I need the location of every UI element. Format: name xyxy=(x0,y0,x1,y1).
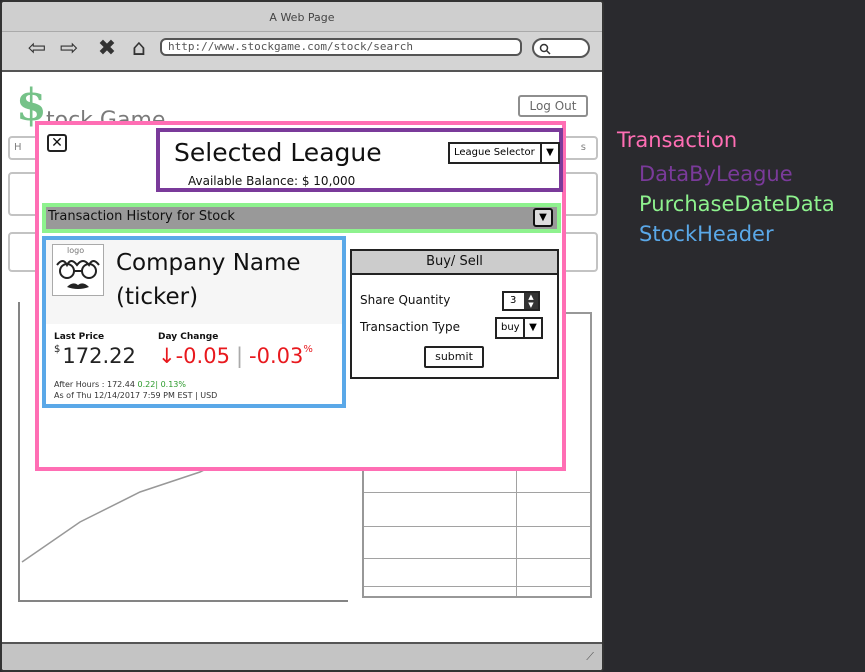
available-balance: Available Balance: $ 10,000 xyxy=(188,174,356,188)
stop-icon[interactable]: ✖ xyxy=(94,36,120,62)
forward-icon[interactable]: ⇨ xyxy=(56,36,82,62)
search-icon xyxy=(539,43,551,55)
change-separator: | xyxy=(235,344,244,368)
logo-placeholder-text: logo xyxy=(67,246,85,255)
address-bar[interactable]: http://www.stockgame.com/stock/search xyxy=(160,38,522,56)
chevron-down-icon[interactable]: ▼ xyxy=(533,208,553,227)
home-icon[interactable]: ⌂ xyxy=(126,36,152,62)
after-hours: After Hours : 172.44 0.22| 0.13% xyxy=(54,380,186,389)
table-divider xyxy=(364,586,590,587)
down-arrow-icon: ↓ xyxy=(158,344,176,368)
after-hours-change: 0.22| 0.13% xyxy=(137,380,186,389)
share-quantity-value: 3 xyxy=(510,295,517,306)
back-icon[interactable]: ⇦ xyxy=(24,36,50,62)
table-divider xyxy=(364,526,590,527)
browser-toolbar: ⇦ ⇨ ✖ ⌂ http://www.stockgame.com/stock/s… xyxy=(2,32,602,72)
as-of-timestamp: As of Thu 12/14/2017 7:59 PM EST | USD xyxy=(54,391,218,400)
change-percent: -0.03 xyxy=(249,344,304,368)
price-section: Last Price Day Change $172.22 ↓-0.05 | -0.… xyxy=(46,324,342,404)
title-bar: A Web Page xyxy=(2,2,602,32)
table-divider xyxy=(364,492,590,493)
buy-sell-panel: Buy/ Sell Share Quantity 3 ▲ ▼ Transactio… xyxy=(350,249,559,379)
transaction-history-label: Transaction History for Stock xyxy=(48,209,235,224)
after-hours-price: 172.44 xyxy=(106,380,135,389)
background-tab-right: s xyxy=(580,142,586,153)
legend-purchase-date-data: PurchaseDateData xyxy=(639,192,835,216)
logout-button[interactable]: Log Out xyxy=(518,95,588,117)
company-name: Company Name xyxy=(116,250,301,276)
window-title: A Web Page xyxy=(269,11,335,24)
legend-stock-header: StockHeader xyxy=(639,222,774,246)
submit-button[interactable]: submit xyxy=(424,346,484,368)
company-logo: logo xyxy=(52,244,104,296)
resize-grip-icon[interactable]: ⟋ xyxy=(586,650,594,664)
league-selector[interactable]: League Selector ▼ xyxy=(448,142,560,164)
legend-data-by-league: DataByLeague xyxy=(639,162,793,186)
last-price-label: Last Price xyxy=(54,332,105,342)
stock-header: logo Company Name (ticker) Last Price Da… xyxy=(42,236,346,408)
ticker: (ticker) xyxy=(116,284,199,310)
stepper-arrows-icon[interactable]: ▲ ▼ xyxy=(524,293,538,309)
status-bar: ⟋ xyxy=(2,642,602,670)
last-price: $172.22 xyxy=(54,344,136,368)
transaction-type-select[interactable]: buy ▼ xyxy=(495,317,543,339)
chevron-down-icon: ▼ xyxy=(523,319,541,337)
price-value: 172.22 xyxy=(62,344,136,368)
company-name-block: Company Name (ticker) xyxy=(116,246,346,314)
day-change: ↓-0.05 | -0.03% xyxy=(158,344,313,368)
day-change-label: Day Change xyxy=(158,332,219,342)
after-hours-label: After Hours : xyxy=(54,380,105,389)
browser-search-field[interactable] xyxy=(532,38,590,58)
league-title: Selected League xyxy=(174,138,382,167)
chevron-down-icon: ▼ xyxy=(540,144,558,162)
currency-symbol: $ xyxy=(54,344,61,355)
transaction-type-label: Transaction Type xyxy=(360,320,461,334)
change-value: -0.05 xyxy=(175,344,230,368)
league-selector-value: League Selector xyxy=(454,147,535,158)
table-divider xyxy=(364,558,590,559)
transaction-panel: ✕ Selected League Available Balance: $ 1… xyxy=(35,121,566,471)
background-tab-left: H xyxy=(14,142,22,153)
transaction-type-value: buy xyxy=(501,322,520,333)
percent-sign: % xyxy=(303,344,313,355)
share-quantity-stepper[interactable]: 3 ▲ ▼ xyxy=(502,291,540,311)
share-quantity-label: Share Quantity xyxy=(360,293,451,307)
close-icon[interactable]: ✕ xyxy=(47,134,67,152)
legend-transaction: Transaction xyxy=(617,128,738,152)
data-by-league: Selected League Available Balance: $ 10,… xyxy=(156,128,563,192)
purchase-date-data[interactable]: Transaction History for Stock ▼ xyxy=(42,203,561,233)
buy-sell-header: Buy/ Sell xyxy=(352,251,557,275)
